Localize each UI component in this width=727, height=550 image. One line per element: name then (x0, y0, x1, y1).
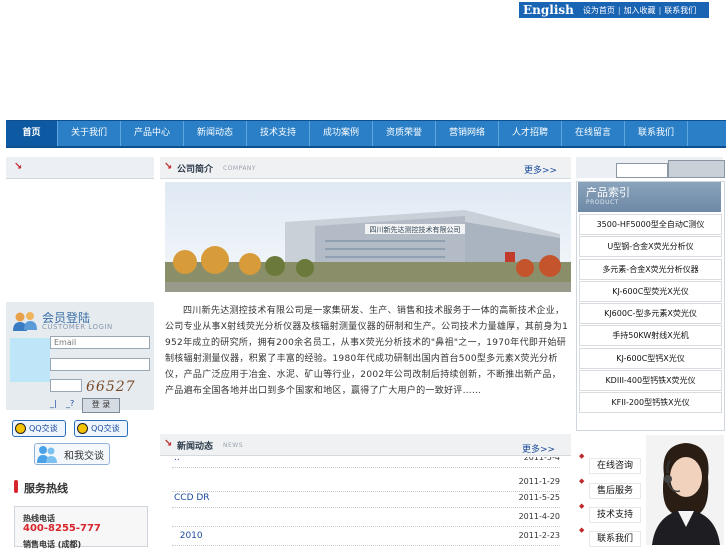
penguin-icon (77, 423, 88, 434)
product-item[interactable]: 3500-HF5000型全自动C测仪 (579, 214, 722, 235)
building-sign: 四川新先达测控技术有限公司 (370, 225, 461, 234)
captcha-image[interactable]: 66527 (86, 379, 136, 395)
qq-chat-label: QQ交谈 (29, 424, 58, 433)
news-item-title[interactable]: CCD DR (174, 493, 210, 503)
english-link[interactable]: English (519, 3, 580, 17)
product-item[interactable]: KJ-600C型荧光X光仪 (579, 281, 722, 302)
left-section-header: ↘ (6, 157, 154, 179)
arrow-icon: ◆ (579, 477, 585, 485)
talk-label: 和我交谈 (64, 450, 104, 462)
login-decoration (10, 338, 50, 382)
nav-item[interactable]: 技术支持 (247, 121, 310, 146)
qq-chat-button[interactable]: QQ交谈 (74, 420, 128, 437)
product-item[interactable]: KFII-200型钙铁X光仪 (579, 392, 722, 413)
product-index-subtitle: PRODUCT (586, 199, 619, 206)
contact-us-link[interactable]: 联系我们 (661, 5, 699, 16)
product-item[interactable]: 手持50KW射线X光机 (579, 325, 722, 346)
news-item-date: 2011-5-25 (518, 493, 560, 502)
service-title: 服务热线 (24, 482, 68, 495)
nav-item[interactable]: 产品中心 (121, 121, 184, 146)
main-nav: 首页 关于我们 产品中心 新闻动态 技术支持 成功案例 资质荣誉 营销网络 人才… (6, 120, 726, 148)
product-index-header: 产品索引 PRODUCT (578, 182, 721, 212)
company-section-header: ↘ 公司简介 COMPANY 更多>> (160, 157, 571, 179)
news-item-date: 2011-1-29 (518, 477, 560, 486)
news-item[interactable]: CCD DR 2011-5-25 (172, 492, 560, 508)
company-building-photo: 四川新先达测控技术有限公司 (165, 182, 571, 292)
news-item-date: 2011-2-23 (518, 531, 560, 540)
separator: | (658, 5, 662, 15)
news-section-header: ↘ 新闻动态 NEWS 更多>> (160, 434, 571, 456)
product-item[interactable]: U型钢-合金X荧光分析仪 (579, 236, 722, 257)
product-index-title: 产品索引 (586, 186, 630, 199)
forgot-password-link[interactable]: _? (66, 399, 74, 408)
search-button[interactable] (668, 160, 725, 178)
hotline-number: 400-8255-777 (23, 523, 101, 534)
news-more-link[interactable]: 更多>> (522, 442, 555, 455)
arrow-icon: ◆ (579, 502, 585, 510)
separator: | (617, 5, 621, 15)
news-item-title[interactable]: .. (174, 457, 180, 463)
news-item-title[interactable]: 2010 (174, 531, 203, 541)
company-more-link[interactable]: 更多>> (524, 163, 557, 176)
register-link[interactable]: _| (50, 399, 57, 408)
email-input[interactable] (50, 336, 150, 349)
users-icon (13, 312, 37, 331)
nav-item[interactable]: 成功案例 (310, 121, 373, 146)
product-item[interactable]: KJ600C-型多元素X荧光仪 (579, 303, 722, 324)
nav-item[interactable]: 营销网络 (436, 121, 499, 146)
news-item[interactable]: 2011-1-29 (172, 476, 560, 492)
login-button[interactable]: 登 录 (82, 398, 120, 413)
captcha-input[interactable] (50, 379, 82, 392)
news-subtitle: NEWS (223, 442, 244, 449)
news-item[interactable]: .. 2011-5-4 (172, 457, 560, 468)
service-link[interactable]: 售后服务 (589, 483, 641, 499)
product-item[interactable]: KJ-600C型钙X光仪 (579, 348, 722, 369)
add-favorite-link[interactable]: 加入收藏 (621, 5, 659, 16)
qq-chat-label: QQ交谈 (91, 424, 120, 433)
set-homepage-link[interactable]: 设为首页 (580, 5, 618, 16)
qq-chat-button[interactable]: QQ交谈 (12, 420, 66, 437)
company-intro-text: 四川新先达测控技术有限公司是一家集研发、生产、销售和技术服务于一体的高新技术企业… (165, 306, 569, 396)
news-item[interactable]: 2010 2011-2-23 (172, 530, 560, 546)
nav-item[interactable]: 资质荣誉 (373, 121, 436, 146)
news-item-date: 2011-4-20 (518, 512, 560, 521)
penguin-icon (15, 423, 26, 434)
service-hotline-box: 热线电话 400-8255-777 销售电话 (成都) (14, 506, 148, 549)
talk-to-me-button[interactable]: 和我交谈 (34, 443, 110, 465)
arrow-icon: ↘ (164, 161, 173, 172)
left-blank-panel (6, 180, 154, 300)
news-item[interactable]: 2011-4-20 (172, 511, 560, 527)
nav-item[interactable]: 在线留言 (562, 121, 625, 146)
news-title: 新闻动态 (177, 442, 214, 452)
member-login-panel: 会员登陆 CUSTOMER LOGIN 66527 _| _? 登 录 (6, 302, 154, 413)
top-link-bar: English 设为首页 | 加入收藏 | 联系我们 (519, 2, 709, 18)
company-subtitle: COMPANY (223, 165, 257, 172)
service-link[interactable]: 在线咨询 (589, 458, 641, 474)
people-icon (37, 446, 57, 463)
nav-item[interactable]: 关于我们 (58, 121, 121, 146)
arrow-icon: ◆ (579, 452, 585, 460)
arrow-icon: ◆ (579, 526, 585, 534)
password-input[interactable] (50, 358, 150, 371)
customer-service-agent-photo (646, 435, 724, 545)
news-item-date: 2011-5-4 (523, 457, 560, 462)
product-item[interactable]: KDIII-400型钙铁X荧光仪 (579, 370, 722, 391)
nav-item[interactable]: 新闻动态 (184, 121, 247, 146)
product-item[interactable]: 多元素-合金X荧光分析仪器 (579, 259, 722, 280)
service-link[interactable]: 技术支持 (589, 507, 641, 523)
product-index-panel: 产品索引 PRODUCT 3500-HF5000型全自动C测仪 U型钢-合金X荧… (576, 181, 725, 431)
login-subtitle: CUSTOMER LOGIN (42, 323, 113, 331)
arrow-icon: ↘ (164, 438, 173, 449)
nav-item-home[interactable]: 首页 (6, 121, 58, 146)
service-hotline-header: 服务热线 (6, 477, 154, 497)
search-input[interactable] (616, 163, 668, 178)
company-title: 公司简介 (177, 165, 214, 175)
nav-item[interactable]: 联系我们 (625, 121, 688, 146)
arrow-icon: ↘ (14, 161, 23, 172)
red-bar-icon (14, 480, 18, 493)
nav-item[interactable]: 人才招聘 (499, 121, 562, 146)
